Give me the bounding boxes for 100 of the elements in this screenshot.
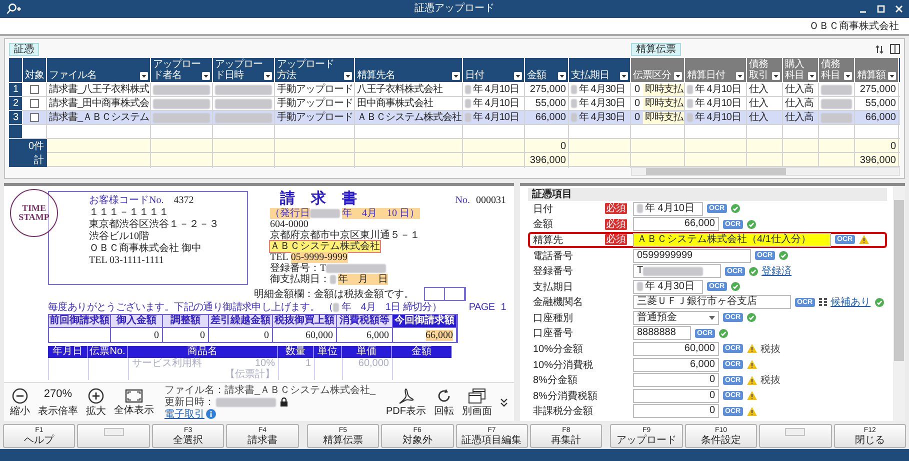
filter-icon[interactable] [558, 72, 566, 80]
product-name: サービス利用料 [132, 358, 202, 369]
column-header[interactable]: ファイル名 [47, 58, 151, 82]
input-field[interactable]: T [633, 264, 721, 278]
table-cell: 55,000 [865, 98, 896, 110]
dropdown[interactable]: 普通預金 [633, 310, 719, 325]
maximize-button[interactable] [877, 5, 885, 13]
table-cell: 年 4月10日 [473, 98, 519, 110]
search-plus-icon[interactable] [6, 3, 22, 15]
column-header[interactable]: アップロード日時 [213, 58, 275, 82]
pdf-button[interactable]: PDF表示 [383, 388, 429, 416]
filter-icon[interactable] [808, 72, 816, 80]
filter-icon[interactable] [264, 72, 272, 80]
field-label: 10%分金額 [533, 342, 584, 356]
filter-icon[interactable] [620, 72, 628, 80]
time-stamp: TIME STAMP [10, 189, 58, 237]
electronic-transaction-link[interactable]: 電子取引 [164, 408, 204, 420]
column-header[interactable]: 精算日付 [685, 58, 747, 82]
filter-icon[interactable] [844, 72, 852, 80]
redaction-blur [821, 112, 852, 122]
table-cell: 年 4月10日 [695, 98, 741, 110]
table-row[interactable]: 3 請求書_ＡＢＣシステム 手動アップロード ＡＢＣシステム株式会社 年 4月10日 66,000 年 4月30日 0 即時支払 年 4月10日 仕入 仕入高 66,000 [9, 111, 900, 125]
column-header[interactable]: 精算額 [855, 58, 899, 82]
rotate-button[interactable]: 回転 [431, 388, 457, 416]
table-cell: 仕入高 [785, 84, 814, 96]
filter-icon[interactable] [344, 72, 352, 80]
table-cell: 手動アップロード [277, 98, 353, 110]
table-row[interactable]: 2 請求書_田中商事株式会 手動アップロード 田中商事株式会社 年 4月10日 55,000 年 4月30日 0 即時支払 年 4月10日 仕入 仕入高 55,000 [9, 97, 900, 111]
table-cell: 請求書_八王子衣料株式 [49, 84, 150, 96]
zoom-out-button[interactable]: 縮小 [7, 388, 33, 416]
column-header[interactable]: 債務科目 [819, 58, 855, 82]
summary-value: 0 [200, 330, 205, 340]
customer-code-label: お客様コードNo. [89, 195, 164, 206]
filter-icon[interactable] [772, 72, 780, 80]
row-number: 3 [9, 111, 23, 124]
lock-icon [280, 397, 288, 407]
column-header[interactable]: 金額 [525, 58, 569, 82]
checkbox[interactable] [30, 113, 39, 122]
scrollbar[interactable] [893, 186, 905, 421]
column-header[interactable]: 日付 [463, 58, 525, 82]
issue-date: 年 4月 10 日） [342, 208, 420, 219]
sort-icon[interactable] [875, 44, 884, 54]
column-header[interactable]: 債務取引 [747, 58, 783, 82]
input-field[interactable]: 年 4月10日 [633, 202, 703, 216]
filter-icon[interactable] [736, 72, 744, 80]
table-cell-text: 0 [633, 84, 641, 96]
input-field[interactable]: 三菱ＵＦＪ銀行市ヶ谷支店 [633, 295, 791, 310]
input-field[interactable]: 8888888 [633, 326, 691, 340]
section-header: 証憑項目 [528, 188, 887, 201]
info-icon[interactable] [206, 409, 216, 419]
filter-icon[interactable] [452, 72, 460, 80]
company-name: ＯＢＣ商事株式会社 [809, 20, 899, 33]
input-field[interactable]: 0 [633, 388, 719, 403]
status-link[interactable]: 登録済 [762, 264, 792, 278]
redaction-blur [153, 98, 210, 108]
table-row[interactable]: 1 請求書_八王子衣料株式 手動アップロード 八王子衣料株式会社 年 4月10日 275,000 年 4月30日 0 即時支払 年 4月10日 仕入 仕入高 275,000 [9, 83, 900, 97]
zoom-in-icon [88, 388, 104, 404]
table-cell: 即時支払 [643, 84, 684, 96]
column-header[interactable]: アップロード者名 [151, 58, 213, 82]
summary-value: 6,000 [366, 330, 389, 340]
column-header[interactable]: 精算先名 [355, 58, 463, 82]
field-label: 精算先 [533, 234, 564, 247]
due-date: 年 月 日 [338, 274, 388, 285]
column-header[interactable]: アップロード方法 [275, 58, 355, 82]
column-header[interactable]: 購入科目 [783, 58, 819, 82]
redaction-blur [821, 98, 852, 108]
checkbox[interactable] [30, 85, 39, 94]
new-window-button[interactable]: 別画面 [459, 388, 495, 416]
table-cell: 仕入 [749, 112, 768, 124]
filter-icon[interactable] [202, 72, 210, 80]
tax-note: 税抜 [760, 342, 781, 356]
filter-icon[interactable] [888, 72, 896, 80]
list-icon[interactable] [818, 298, 827, 306]
input-field[interactable]: 0599999999 [633, 248, 751, 263]
input-field[interactable]: 年 4月30日 [633, 280, 703, 294]
table-cell: 55,000 [535, 98, 566, 110]
zoom-in-button[interactable]: 拡大 [83, 388, 109, 416]
table-cell: 手動アップロード [277, 84, 353, 96]
fit-button[interactable]: 全体表示 [111, 388, 157, 416]
field-label: 金融機関名 [533, 296, 584, 310]
due-date-label: 御支払期日： [270, 274, 330, 285]
column-header[interactable]: 伝票区分 [631, 58, 685, 82]
table-cell: 手動アップロード [277, 112, 353, 124]
close-button[interactable] [895, 5, 903, 13]
filter-icon[interactable] [674, 72, 682, 80]
columns-icon[interactable] [890, 44, 900, 54]
redaction-blur [215, 98, 272, 108]
filter-icon[interactable] [514, 72, 522, 80]
input-field[interactable]: 60,000 [633, 342, 719, 356]
input-field[interactable]: ＡＢＣシステム株式会社（4/1仕入分） [633, 232, 831, 247]
checkbox[interactable] [30, 99, 39, 108]
input-field[interactable]: 0 [633, 373, 719, 388]
input-field[interactable]: 66,000 [633, 217, 719, 232]
column-header[interactable]: 対象 [23, 58, 47, 82]
detail-header: 年月日 [48, 346, 88, 358]
table-cell: 年 4月30日 [579, 112, 625, 124]
input-field[interactable]: 6,000 [633, 358, 719, 372]
input-field[interactable]: 0 [633, 404, 719, 418]
filter-icon[interactable] [140, 72, 148, 80]
status-link[interactable]: 候補あり [830, 295, 871, 310]
